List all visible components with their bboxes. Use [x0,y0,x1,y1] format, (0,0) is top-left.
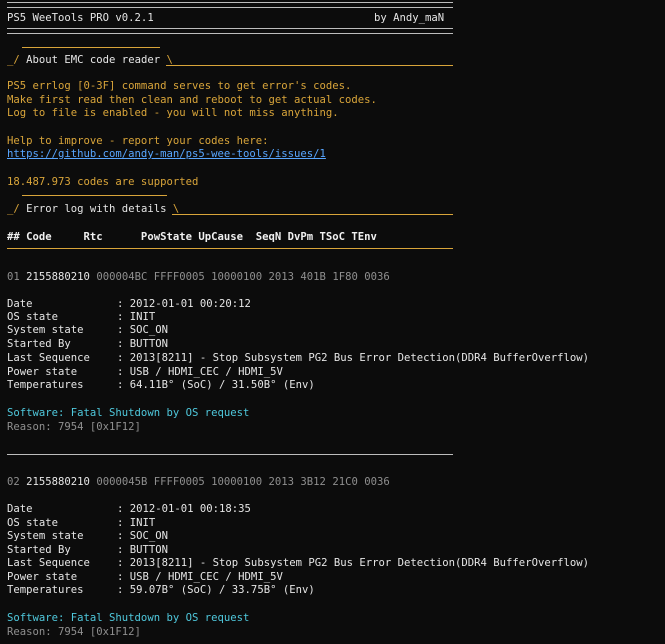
about-tab-top [22,47,160,48]
entry-code: 2155880210 [26,476,90,488]
errlog-tab-top [22,195,167,196]
header-bottom-rule [7,28,453,34]
detail-value: : USB / HDMI_CEC / HDMI_5V [117,366,283,378]
detail-value: : 2012-01-01 00:20:12 [117,298,251,310]
detail-label: System state [7,324,84,336]
entry-separator [7,454,453,455]
reason-code: Reason: 7954 [0x1F12] [7,421,141,433]
errlog-heading: Error log with details [26,203,167,215]
detail-label: Started By [7,338,71,350]
detail-value: : USB / HDMI_CEC / HDMI_5V [117,571,283,583]
errlog-heading-rule [172,214,453,215]
detail-value: : 59.07B° (SoC) / 33.75B° (Env) [117,584,315,596]
detail-value: : SOC_ON [117,324,169,336]
detail-label: Last Sequence [7,557,90,569]
about-heading-rule [166,65,453,66]
detail-label: OS state [7,517,59,529]
entry-row: 01 2155880210 000004BC FFFF0005 10000100… [7,271,390,284]
detail-value: : 2013[8211] - Stop Subsystem PG2 Bus Er… [117,557,589,569]
detail-value: : 64.11B° (SoC) / 31.50B° (Env) [117,379,315,391]
column-headers: ## Code Rtc PowState UpCause SeqN DvPm T… [7,231,377,243]
detail-label: Temperatures [7,379,84,391]
detail-value: : 2013[8211] - Stop Subsystem PG2 Bus Er… [117,352,589,364]
detail-label: System state [7,530,84,542]
entry-values: 0000045B FFFF0005 10000100 2013 3B12 21C… [96,476,390,488]
software-status: Software: Fatal Shutdown by OS request [7,612,250,624]
detail-label: Date [7,298,33,310]
app-author: by Andy_maN [374,12,445,24]
detail-label: Started By [7,544,71,556]
header-top-rule [7,2,453,8]
about-heading: About EMC code reader [26,54,161,66]
terminal-window: PS5 WeeTools PRO v0.2.1 by Andy_maN _/ A… [0,0,665,644]
detail-label: Date [7,503,33,515]
about-heading-row: _/ About EMC code reader \ [7,54,173,66]
reason-code: Reason: 7954 [0x1F12] [7,626,141,638]
detail-label: Temperatures [7,584,84,596]
supported-count: 18.487.973 codes are supported [7,176,199,188]
detail-label: OS state [7,311,59,323]
about-line-2: Make first read then clean and reboot to… [7,94,377,106]
about-line-1: PS5 errlog [0-3F] command serves to get … [7,80,352,92]
detail-value: : 2012-01-01 00:18:35 [117,503,251,515]
entry-values: 000004BC FFFF0005 10000100 2013 401B 1F8… [96,271,390,283]
detail-label: Power state [7,571,78,583]
column-headers-rule [7,248,453,249]
help-text: Help to improve - report your codes here… [7,135,269,147]
entry-row: 02 2155880210 0000045B FFFF0005 10000100… [7,476,390,489]
detail-value: : INIT [117,517,156,529]
about-line-3: Log to file is enabled - you will not mi… [7,107,339,119]
detail-value: : INIT [117,311,156,323]
software-status: Software: Fatal Shutdown by OS request [7,407,250,419]
detail-label: Power state [7,366,78,378]
app-title: PS5 WeeTools PRO v0.2.1 [7,12,154,24]
detail-value: : BUTTON [117,544,169,556]
detail-label: Last Sequence [7,352,90,364]
entry-number: 02 [7,476,20,488]
entry-code: 2155880210 [26,271,90,283]
detail-value: : SOC_ON [117,530,169,542]
detail-value: : BUTTON [117,338,169,350]
entry-number: 01 [7,271,20,283]
errlog-heading-row: _/ Error log with details \ [7,203,180,215]
help-link[interactable]: https://github.com/andy-man/ps5-wee-tool… [7,148,326,161]
